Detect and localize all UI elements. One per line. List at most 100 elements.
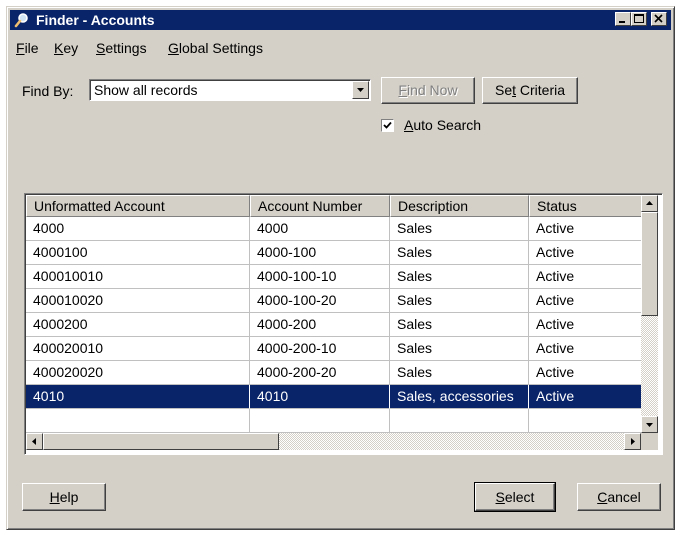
- cell-account-number: 4000-100-10: [250, 265, 390, 289]
- table-row[interactable]: 400010020 4000-100-20 Sales Active: [26, 289, 641, 313]
- cell-account-number: 4000-200: [250, 313, 390, 337]
- cell-description: Sales: [390, 241, 529, 265]
- find-by-label: Find By:: [22, 83, 74, 99]
- find-now-label: ind Now: [406, 82, 458, 98]
- scroll-left-button[interactable]: [26, 433, 43, 450]
- column-header-account-number[interactable]: Account Number: [250, 195, 390, 217]
- select-label: elect: [504, 489, 535, 505]
- menu-settings[interactable]: Settings: [96, 38, 147, 58]
- set-criteria-button[interactable]: Set Criteria: [482, 77, 578, 104]
- grid-body: Unformatted Account Account Number Descr…: [26, 195, 641, 433]
- cell-unformatted-account: 4000200: [26, 313, 250, 337]
- cell-unformatted-account: 4000: [26, 217, 250, 241]
- magnifier-icon: [14, 13, 28, 28]
- close-button[interactable]: [651, 12, 667, 26]
- menu-key-label: ey: [63, 40, 79, 56]
- column-header-description[interactable]: Description: [390, 195, 529, 217]
- cell-description: [390, 409, 529, 433]
- cell-unformatted-account: 400010020: [26, 289, 250, 313]
- help-button[interactable]: Help: [22, 483, 106, 511]
- help-label: elp: [59, 489, 79, 505]
- vertical-scrollbar[interactable]: [641, 195, 658, 433]
- menu-key[interactable]: Key: [54, 38, 78, 58]
- cell-description: Sales, accessories: [390, 385, 529, 409]
- window-title: Finder - Accounts: [36, 12, 155, 28]
- cell-status: [529, 409, 641, 433]
- title-bar[interactable]: Finder - Accounts: [10, 10, 671, 30]
- maximize-icon: [634, 14, 644, 23]
- cell-description: Sales: [390, 217, 529, 241]
- finder-window: Finder - Accounts File Key Settings Glob…: [6, 6, 675, 530]
- horizontal-scrollbar[interactable]: [26, 433, 641, 450]
- menu-global-settings[interactable]: Global Settings: [168, 38, 263, 58]
- cell-account-number: [250, 409, 390, 433]
- cell-account-number: 4000: [250, 217, 390, 241]
- set-criteria-label-end: Criteria: [516, 82, 566, 98]
- scrollbar-corner: [641, 433, 658, 450]
- cell-description: Sales: [390, 265, 529, 289]
- table-row[interactable]: 4010 4010 Sales, accessories Active: [26, 385, 641, 409]
- auto-search-label[interactable]: Auto Search: [404, 117, 481, 133]
- maximize-button[interactable]: [631, 12, 647, 26]
- cancel-mnemonic: C: [597, 489, 608, 505]
- scroll-right-button[interactable]: [624, 433, 641, 450]
- arrow-down-icon: [646, 423, 653, 427]
- set-criteria-label-start: Se: [494, 82, 513, 98]
- cell-unformatted-account: 400020010: [26, 337, 250, 361]
- cancel-button[interactable]: Cancel: [577, 483, 661, 511]
- cancel-label: ancel: [607, 489, 641, 505]
- cell-status: Active: [529, 313, 641, 337]
- table-row[interactable]: 4000100 4000-100 Sales Active: [26, 241, 641, 265]
- auto-search-label-text: uto Search: [413, 117, 482, 133]
- find-by-dropdown-button[interactable]: [352, 81, 369, 99]
- cell-account-number: 4000-100-20: [250, 289, 390, 313]
- scroll-up-button[interactable]: [641, 195, 658, 212]
- menu-file-mnemonic: F: [16, 40, 25, 56]
- column-header-unformatted-account[interactable]: Unformatted Account: [26, 195, 250, 217]
- find-by-select[interactable]: Show all records: [89, 79, 371, 101]
- table-row[interactable]: 4000200 4000-200 Sales Active: [26, 313, 641, 337]
- menu-global-settings-mnemonic: G: [168, 40, 179, 56]
- cell-unformatted-account: 4010: [26, 385, 250, 409]
- auto-search-checkbox[interactable]: [381, 119, 394, 132]
- arrow-up-icon: [646, 201, 653, 205]
- cell-status: Active: [529, 337, 641, 361]
- horizontal-scroll-thumb[interactable]: [43, 433, 279, 450]
- vertical-scroll-thumb[interactable]: [641, 212, 658, 316]
- table-row: [26, 409, 641, 433]
- menu-settings-label: ettings: [105, 40, 147, 56]
- cell-account-number: 4000-200-10: [250, 337, 390, 361]
- arrow-right-icon: [631, 438, 635, 445]
- table-row[interactable]: 400020010 4000-200-10 Sales Active: [26, 337, 641, 361]
- cell-unformatted-account: [26, 409, 250, 433]
- cell-unformatted-account: 4000100: [26, 241, 250, 265]
- help-mnemonic: H: [49, 489, 60, 505]
- find-by-value: Show all records: [94, 82, 198, 98]
- cell-status: Active: [529, 217, 641, 241]
- cell-status: Active: [529, 289, 641, 313]
- cell-status: Active: [529, 265, 641, 289]
- cell-unformatted-account: 400020020: [26, 361, 250, 385]
- cell-status: Active: [529, 241, 641, 265]
- cell-account-number: 4000-200-20: [250, 361, 390, 385]
- minimize-button[interactable]: [615, 12, 631, 26]
- menu-global-settings-label: lobal Settings: [178, 40, 263, 56]
- cell-description: Sales: [390, 361, 529, 385]
- accounts-grid[interactable]: Unformatted Account Account Number Descr…: [24, 193, 663, 455]
- cell-description: Sales: [390, 337, 529, 361]
- menu-file-label: ile: [24, 40, 39, 56]
- table-row[interactable]: 400020020 4000-200-20 Sales Active: [26, 361, 641, 385]
- cell-account-number: 4000-100: [250, 241, 390, 265]
- chevron-down-icon: [357, 88, 364, 92]
- table-row[interactable]: 400010010 4000-100-10 Sales Active: [26, 265, 641, 289]
- menu-file[interactable]: File: [16, 38, 39, 58]
- cell-status: Active: [529, 361, 641, 385]
- column-header-status[interactable]: Status: [529, 195, 641, 217]
- scroll-down-button[interactable]: [641, 416, 658, 433]
- table-row[interactable]: 4000 4000 Sales Active: [26, 217, 641, 241]
- select-button[interactable]: Select: [474, 482, 556, 512]
- find-now-button[interactable]: Find Now: [381, 77, 475, 104]
- cell-status: Active: [529, 385, 641, 409]
- select-mnemonic: S: [495, 489, 505, 505]
- minimize-icon: [619, 21, 625, 23]
